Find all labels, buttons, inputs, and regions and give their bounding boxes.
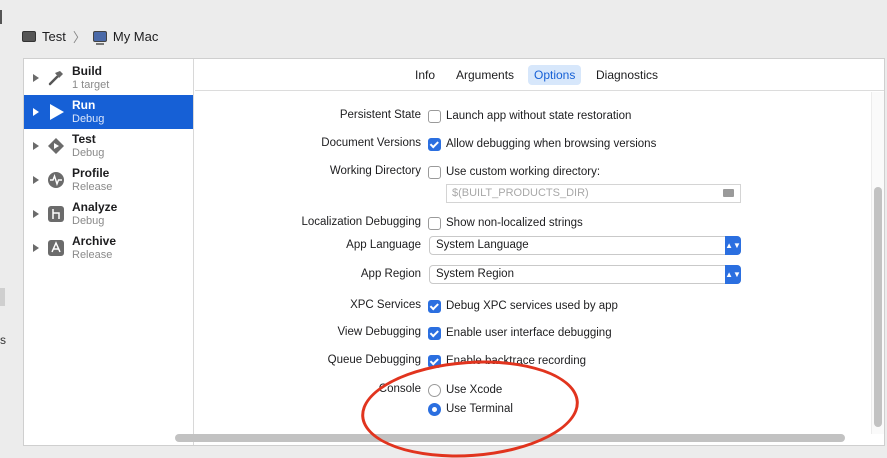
checkbox[interactable] bbox=[428, 299, 441, 313]
edge-marker bbox=[0, 288, 5, 306]
archive-app-icon bbox=[46, 238, 66, 258]
tab-diagnostics[interactable]: Diagnostics bbox=[590, 65, 664, 85]
app-language-value: System Language bbox=[436, 239, 529, 251]
working-directory-checkbox[interactable]: Use custom working directory: bbox=[428, 163, 600, 181]
app-language-popup[interactable]: System Language ▲▼ bbox=[429, 236, 741, 255]
view-debugging-label: View Debugging bbox=[337, 326, 421, 338]
sidebar-item-sublabel: Release bbox=[72, 249, 113, 261]
sidebar-item-sublabel: Debug bbox=[72, 113, 105, 125]
queue-debugging-label: Queue Debugging bbox=[327, 354, 421, 366]
checkbox[interactable] bbox=[428, 216, 441, 230]
working-directory-path: $(BUILT_PRODUCTS_DIR) bbox=[452, 187, 589, 199]
scheme-name[interactable]: Test bbox=[42, 29, 66, 44]
disclosure-triangle-icon[interactable] bbox=[33, 74, 39, 82]
sidebar-item-sublabel: Debug bbox=[72, 215, 105, 227]
hammer-icon bbox=[46, 68, 66, 88]
scheme-icon bbox=[22, 30, 36, 42]
sidebar-item-sublabel: Debug bbox=[72, 147, 105, 159]
sidebar-item-label: Build bbox=[72, 64, 102, 78]
tab-arguments[interactable]: Arguments bbox=[450, 65, 520, 85]
checkbox[interactable] bbox=[428, 109, 441, 123]
app-region-popup[interactable]: System Region ▲▼ bbox=[429, 265, 741, 284]
app-language-label: App Language bbox=[346, 239, 421, 251]
play-icon bbox=[46, 102, 66, 122]
app-region-label: App Region bbox=[360, 268, 421, 280]
edge-text: s bbox=[0, 333, 6, 347]
disclosure-triangle-icon[interactable] bbox=[33, 108, 39, 116]
tab-options[interactable]: Options bbox=[528, 65, 582, 85]
disclosure-triangle-icon[interactable] bbox=[33, 244, 39, 252]
persistent-state-checkbox[interactable]: Launch app without state restoration bbox=[428, 107, 631, 125]
xpc-services-label: XPC Services bbox=[350, 299, 421, 311]
edge-marker bbox=[0, 10, 2, 24]
sidebar-item-sublabel: Release bbox=[72, 181, 113, 193]
chevron-right-icon: 〉 bbox=[72, 29, 86, 45]
working-directory-field[interactable]: $(BUILT_PRODUCTS_DIR) bbox=[446, 184, 741, 203]
localization-debugging-checkbox[interactable]: Show non-localized strings bbox=[428, 214, 583, 232]
sidebar-item-sublabel: 1 target bbox=[72, 79, 110, 91]
app-region-value: System Region bbox=[436, 268, 514, 280]
sidebar-item-analyze[interactable]: Analyze Debug bbox=[24, 197, 193, 231]
chevron-updown-icon[interactable]: ▲▼ bbox=[725, 236, 741, 255]
xpc-services-checkbox[interactable]: Debug XPC services used by app bbox=[428, 297, 618, 315]
sidebar-item-label: Test bbox=[72, 132, 96, 146]
tab-bar: Info Arguments Options Diagnostics bbox=[195, 59, 884, 91]
localization-debugging-label: Localization Debugging bbox=[301, 216, 421, 228]
document-versions-label: Document Versions bbox=[321, 137, 421, 149]
test-diamond-icon bbox=[46, 136, 66, 156]
destination-name[interactable]: My Mac bbox=[113, 29, 159, 44]
sidebar-item-run[interactable]: Run Debug bbox=[24, 95, 193, 129]
disclosure-triangle-icon[interactable] bbox=[33, 176, 39, 184]
checkbox[interactable] bbox=[428, 137, 441, 151]
mac-icon bbox=[92, 30, 107, 45]
working-directory-label: Working Directory bbox=[329, 165, 421, 177]
sidebar-item-archive[interactable]: Archive Release bbox=[24, 231, 193, 265]
checkbox[interactable] bbox=[428, 165, 441, 179]
sidebar-item-label: Archive bbox=[72, 234, 117, 248]
sidebar-item-label: Run bbox=[72, 98, 96, 112]
document-versions-checkbox[interactable]: Allow debugging when browsing versions bbox=[428, 135, 656, 153]
tab-info[interactable]: Info bbox=[409, 65, 441, 85]
sidebar-item-build[interactable]: Build 1 target bbox=[24, 61, 193, 95]
sidebar-item-label: Profile bbox=[72, 166, 110, 180]
persistent-state-label: Persistent State bbox=[339, 109, 421, 121]
view-debugging-checkbox[interactable]: Enable user interface debugging bbox=[428, 324, 612, 342]
waveform-icon bbox=[46, 170, 66, 190]
folder-icon[interactable] bbox=[723, 189, 734, 197]
scheme-breadcrumb[interactable]: Test 〉 My Mac bbox=[22, 26, 158, 46]
chevron-updown-icon[interactable]: ▲▼ bbox=[725, 265, 741, 284]
vertical-scrollbar[interactable] bbox=[874, 187, 882, 427]
sidebar-item-test[interactable]: Test Debug bbox=[24, 129, 193, 163]
disclosure-triangle-icon[interactable] bbox=[33, 210, 39, 218]
checkbox[interactable] bbox=[428, 326, 441, 340]
analyze-icon bbox=[46, 204, 66, 224]
sidebar-item-profile[interactable]: Profile Release bbox=[24, 163, 193, 197]
action-sidebar: Build 1 target Run Debug Test Debug Prof… bbox=[24, 59, 194, 445]
background-window-edge: s bbox=[0, 0, 6, 458]
disclosure-triangle-icon[interactable] bbox=[33, 142, 39, 150]
sidebar-item-label: Analyze bbox=[72, 200, 118, 214]
